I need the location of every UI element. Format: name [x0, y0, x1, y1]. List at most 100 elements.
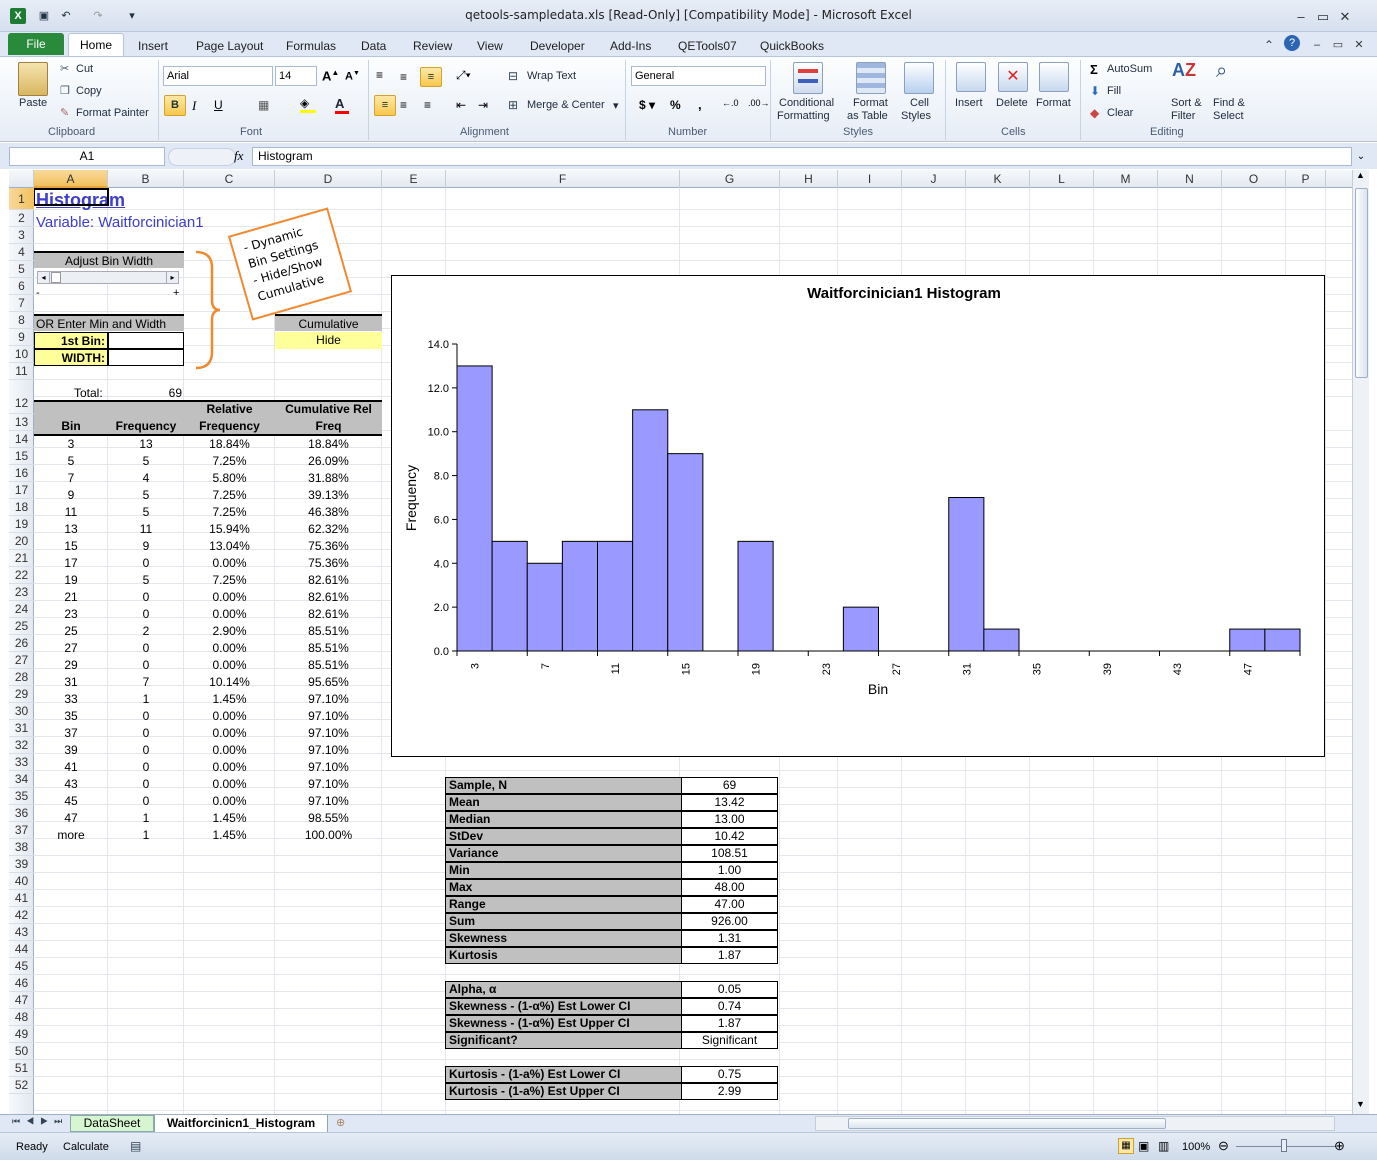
- find-select-button[interactable]: Find &: [1213, 97, 1245, 109]
- align-center-icon[interactable]: ≡: [400, 98, 407, 112]
- column-header-b[interactable]: B: [108, 170, 184, 188]
- merge-center-button[interactable]: Merge & Center: [527, 99, 605, 111]
- fill-button[interactable]: Fill: [1107, 85, 1121, 97]
- borders-icon[interactable]: ▦: [258, 98, 269, 112]
- increase-decimal-icon[interactable]: ←.0: [722, 98, 739, 108]
- column-header-i[interactable]: I: [838, 170, 902, 188]
- scroll-left-icon[interactable]: ◂: [38, 272, 50, 283]
- row-header-47[interactable]: 47: [9, 992, 34, 1009]
- zoom-level[interactable]: 100%: [1182, 1141, 1210, 1153]
- row-header-48[interactable]: 48: [9, 1009, 34, 1026]
- shrink-font-icon[interactable]: A▼: [345, 70, 360, 83]
- row-header-4[interactable]: 4: [9, 244, 34, 261]
- tab-data[interactable]: Data: [361, 36, 386, 56]
- underline-button[interactable]: U: [214, 98, 223, 112]
- row-header-36[interactable]: 36: [9, 805, 34, 822]
- macro-record-icon[interactable]: ▤: [130, 1139, 141, 1153]
- row-header-43[interactable]: 43: [9, 924, 34, 941]
- horizontal-scroll-thumb[interactable]: [848, 1118, 1166, 1129]
- copy-button[interactable]: Copy: [76, 85, 102, 97]
- row-header-15[interactable]: 15: [9, 448, 34, 465]
- worksheet[interactable]: Histogram Variable: Waitforcinician1 Adj…: [34, 188, 1352, 1114]
- format-as-table-button[interactable]: Format: [853, 97, 888, 109]
- doc-restore-icon[interactable]: ▭: [1331, 38, 1345, 52]
- row-header-20[interactable]: 20: [9, 533, 34, 550]
- histogram-chart[interactable]: Waitforcinician1 Histogram 0.0 2.0 4.0 6.0 8.…: [391, 275, 1325, 757]
- cell-styles-button[interactable]: Cell: [910, 97, 929, 109]
- column-header-n[interactable]: N: [1158, 170, 1222, 188]
- paste-icon[interactable]: [18, 62, 48, 96]
- align-top-icon[interactable]: ≡: [376, 68, 383, 82]
- hide-cumulative-toggle[interactable]: Hide: [275, 332, 382, 349]
- row-header-3[interactable]: 3: [9, 227, 34, 244]
- tab-view[interactable]: View: [477, 36, 503, 56]
- row-header-52[interactable]: 52: [9, 1077, 34, 1094]
- tab-quickbooks[interactable]: QuickBooks: [760, 36, 824, 56]
- scroll-right-icon[interactable]: ▸: [166, 272, 178, 283]
- align-right-icon[interactable]: ≡: [424, 98, 431, 112]
- tab-add-ins[interactable]: Add-Ins: [610, 36, 651, 56]
- row-header-11[interactable]: 11: [9, 363, 34, 380]
- row-header-24[interactable]: 24: [9, 601, 34, 618]
- paste-button[interactable]: Paste: [19, 97, 47, 109]
- row-header-19[interactable]: 19: [9, 516, 34, 533]
- sort-filter-button[interactable]: Sort &: [1171, 97, 1202, 109]
- format-painter-button[interactable]: Format Painter: [76, 107, 149, 119]
- formula-input[interactable]: Histogram: [252, 147, 1352, 166]
- delete-cells-button[interactable]: Delete: [996, 97, 1028, 109]
- row-header-29[interactable]: 29: [9, 686, 34, 703]
- tab-qetools07[interactable]: QETools07: [678, 36, 737, 56]
- row-header-18[interactable]: 18: [9, 499, 34, 516]
- column-header-p[interactable]: P: [1286, 170, 1326, 188]
- scroll-thumb[interactable]: [51, 272, 61, 283]
- zoom-out-icon[interactable]: ⊖: [1218, 1138, 1229, 1154]
- tab-page-layout[interactable]: Page Layout: [196, 36, 263, 56]
- fill-color-icon[interactable]: ◈: [300, 96, 316, 113]
- row-header-28[interactable]: 28: [9, 669, 34, 686]
- conditional-formatting-button[interactable]: Conditional: [779, 97, 834, 109]
- row-header-50[interactable]: 50: [9, 1043, 34, 1060]
- insert-cells-button[interactable]: Insert: [955, 97, 983, 109]
- row-header-5[interactable]: 5: [9, 261, 34, 278]
- row-header-32[interactable]: 32: [9, 737, 34, 754]
- column-header-o[interactable]: O: [1222, 170, 1286, 188]
- font-color-icon[interactable]: A: [335, 96, 349, 114]
- column-header-e[interactable]: E: [382, 170, 446, 188]
- row-header-25[interactable]: 25: [9, 618, 34, 635]
- name-box[interactable]: A1: [9, 147, 165, 166]
- doc-minimize-icon[interactable]: –: [1310, 38, 1324, 52]
- scroll-up-icon[interactable]: ▲: [1356, 170, 1365, 180]
- column-header-k[interactable]: K: [966, 170, 1030, 188]
- vertical-scroll-thumb[interactable]: [1355, 188, 1368, 378]
- row-header-21[interactable]: 21: [9, 550, 34, 567]
- column-header-c[interactable]: C: [184, 170, 275, 188]
- zoom-in-icon[interactable]: ⊕: [1334, 1138, 1345, 1154]
- row-header-37[interactable]: 37: [9, 822, 34, 839]
- vertical-scrollbar[interactable]: ▲ ▼: [1352, 170, 1369, 1114]
- align-bottom-icon[interactable]: ≡: [420, 67, 442, 87]
- bold-button[interactable]: B: [164, 95, 186, 116]
- row-header-27[interactable]: 27: [9, 652, 34, 669]
- page-layout-view-icon[interactable]: ▣: [1138, 1139, 1149, 1153]
- page-break-view-icon[interactable]: ▥: [1158, 1139, 1169, 1153]
- align-left-icon[interactable]: ≡: [374, 95, 396, 116]
- sheet-nav-icon[interactable]: ⏮◀▶⏭: [12, 1116, 68, 1127]
- row-header-26[interactable]: 26: [9, 635, 34, 652]
- row-header-2[interactable]: 2: [9, 210, 34, 227]
- decrease-decimal-icon[interactable]: .00→: [748, 98, 770, 108]
- row-header-31[interactable]: 31: [9, 720, 34, 737]
- font-size-select[interactable]: 14: [275, 66, 317, 86]
- comma-icon[interactable]: ,: [698, 97, 702, 112]
- tab-insert[interactable]: Insert: [138, 36, 168, 56]
- row-header-39[interactable]: 39: [9, 856, 34, 873]
- scroll-down-icon[interactable]: ▼: [1356, 1099, 1365, 1109]
- zoom-slider-thumb[interactable]: [1281, 1139, 1287, 1152]
- row-header-33[interactable]: 33: [9, 754, 34, 771]
- column-header-m[interactable]: M: [1094, 170, 1158, 188]
- ribbon-minimize-icon[interactable]: ⌃: [1264, 38, 1274, 52]
- select-all-corner[interactable]: [9, 170, 34, 188]
- tab-histogram[interactable]: Waitforcinicn1_Histogram: [154, 1115, 328, 1133]
- wrap-text-button[interactable]: Wrap Text: [527, 70, 576, 82]
- row-header-8[interactable]: 8: [9, 312, 34, 329]
- status-calculate[interactable]: Calculate: [63, 1141, 109, 1153]
